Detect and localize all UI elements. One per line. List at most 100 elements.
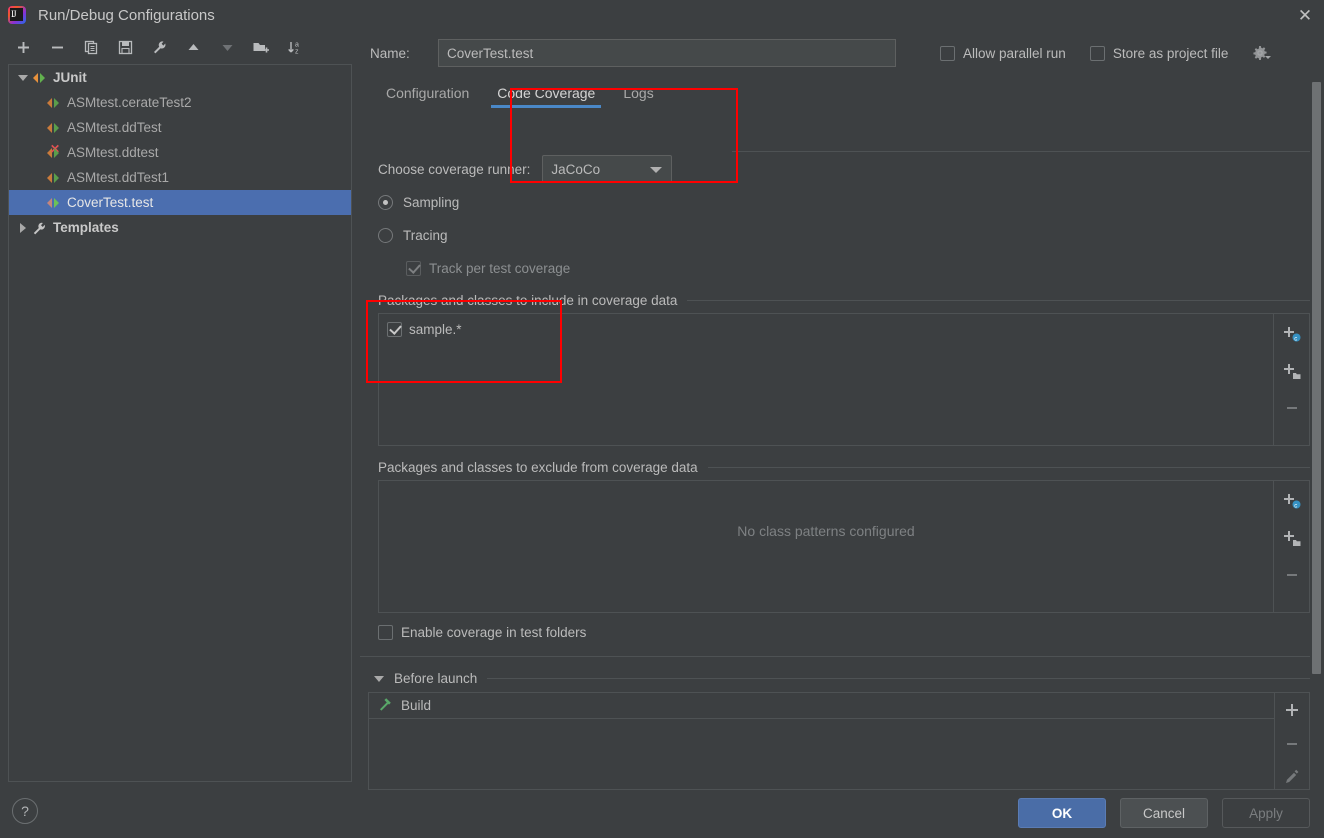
tree-item-label: Templates — [53, 220, 119, 235]
tab-logs[interactable]: Logs — [609, 81, 667, 108]
exclude-list[interactable]: No class patterns configured — [378, 480, 1274, 613]
coverage-runner-select[interactable]: JaCoCo — [542, 155, 673, 183]
exclude-section-title: Packages and classes to exclude from cov… — [378, 460, 698, 475]
configurations-tree[interactable]: JUnit ASMtest.cerateTest2 ASMtest.ddTest ✕ A… — [8, 64, 352, 782]
code-coverage-tab-content: Choose coverage runner: JaCoCo Sampling … — [360, 152, 1324, 790]
include-pattern-checkbox[interactable] — [387, 322, 402, 337]
junit-icon: ✕ — [45, 143, 62, 161]
svg-text:c: c — [1294, 503, 1297, 509]
enable-test-folders-label: Enable coverage in test folders — [401, 625, 587, 640]
help-button[interactable]: ? — [12, 798, 38, 824]
sidebar-toolbar: a z — [0, 30, 360, 64]
intellij-idea-icon: IJ — [6, 4, 28, 26]
store-as-project-file-box — [1089, 45, 1105, 61]
remove-task-button[interactable] — [1280, 733, 1304, 755]
allow-parallel-run-box — [940, 45, 955, 61]
junit-icon — [45, 195, 62, 211]
save-configuration-button[interactable] — [114, 36, 136, 58]
enable-test-folders-box — [378, 625, 393, 640]
exclude-section-rule — [707, 467, 1310, 468]
arrow-down-icon[interactable] — [216, 36, 238, 58]
add-class-pattern-button[interactable]: c — [1280, 323, 1304, 345]
tree-item-label: ASMtest.ddTest — [67, 120, 162, 135]
include-pattern-box — [387, 322, 402, 337]
arrow-up-icon[interactable] — [182, 36, 204, 58]
list-item[interactable]: Build — [369, 693, 1274, 719]
track-per-test-row: Track per test coverage — [360, 252, 1324, 285]
exclude-section-header: Packages and classes to exclude from cov… — [360, 460, 1324, 475]
chevron-right-icon[interactable] — [15, 222, 31, 233]
sort-alphabetically-icon[interactable]: a z — [284, 36, 306, 58]
tree-item-label: CoverTest.test — [67, 195, 154, 210]
add-task-button[interactable] — [1280, 699, 1304, 721]
list-item[interactable]: sample.* — [379, 314, 1273, 337]
content-scrollbar[interactable] — [1311, 82, 1322, 674]
include-list-wrap: sample.* c — [378, 313, 1310, 446]
pencil-icon[interactable] — [1280, 767, 1304, 789]
include-section-rule — [687, 300, 1310, 301]
tracing-radio[interactable]: Tracing — [360, 219, 1324, 252]
close-icon[interactable]: ✕ — [1292, 3, 1318, 27]
before-launch-header[interactable]: Before launch — [360, 671, 1324, 686]
sampling-radio[interactable]: Sampling — [360, 186, 1324, 219]
coverage-runner-row: Choose coverage runner: JaCoCo — [360, 152, 1324, 186]
add-package-pattern-button[interactable] — [1280, 360, 1304, 382]
allow-parallel-run-label: Allow parallel run — [963, 45, 1066, 61]
track-per-test-label: Track per test coverage — [429, 261, 571, 276]
name-row: Name: Allow parallel run Store as projec… — [360, 30, 1324, 76]
tree-item-asmtest-ddtest[interactable]: ASMtest.ddTest — [9, 115, 351, 140]
configuration-editor-pane: Name: Allow parallel run Store as projec… — [360, 30, 1324, 790]
editor-tabs[interactable]: Configuration Code Coverage Logs — [360, 76, 1324, 108]
junit-icon — [31, 70, 48, 86]
remove-configuration-button[interactable] — [46, 36, 68, 58]
remove-pattern-button[interactable] — [1280, 564, 1304, 586]
copy-configuration-button[interactable] — [80, 36, 102, 58]
include-list[interactable]: sample.* — [378, 313, 1274, 446]
name-label: Name: — [370, 45, 410, 61]
name-input[interactable] — [438, 39, 896, 67]
tab-configuration[interactable]: Configuration — [372, 81, 483, 108]
dialog-footer: ? OK Cancel Apply — [0, 790, 1324, 838]
chevron-down-icon[interactable] — [15, 74, 31, 81]
add-package-pattern-button[interactable] — [1280, 527, 1304, 549]
tree-item-asmtest-ddtest[interactable]: ✕ ASMtest.ddtest — [9, 140, 351, 165]
folder-add-icon[interactable] — [250, 36, 272, 58]
chevron-down-icon — [650, 167, 663, 173]
section-divider — [360, 656, 1310, 657]
tree-item-label: ASMtest.ddtest — [67, 145, 159, 160]
junit-icon — [45, 95, 62, 111]
before-launch-list[interactable]: Build — [368, 692, 1274, 790]
tree-item-asmtest-ddtest1[interactable]: ASMtest.ddTest1 — [9, 165, 351, 190]
exclude-list-buttons: c — [1274, 480, 1310, 613]
ok-button[interactable]: OK — [1018, 798, 1106, 828]
tree-item-label: JUnit — [53, 70, 87, 85]
coverage-runner-value: JaCoCo — [551, 161, 601, 177]
add-class-pattern-button[interactable]: c — [1280, 490, 1304, 512]
tree-item-junit[interactable]: JUnit — [9, 65, 351, 90]
svg-text:c: c — [1294, 336, 1297, 342]
coverage-runner-label: Choose coverage runner: — [378, 161, 531, 177]
cancel-button[interactable]: Cancel — [1120, 798, 1208, 828]
tree-item-templates[interactable]: Templates — [9, 215, 351, 240]
track-per-test-box — [406, 261, 421, 276]
wrench-icon[interactable] — [148, 36, 170, 58]
add-configuration-button[interactable] — [12, 36, 34, 58]
tree-item-covertest-test[interactable]: CoverTest.test — [9, 190, 351, 215]
tab-code-coverage[interactable]: Code Coverage — [483, 81, 609, 108]
track-per-test-checkbox[interactable]: Track per test coverage — [406, 261, 570, 276]
enable-test-folders-checkbox[interactable]: Enable coverage in test folders — [378, 625, 586, 640]
allow-parallel-run-checkbox[interactable]: Allow parallel run — [940, 45, 1066, 61]
tree-item-asmtest-ceratetest2[interactable]: ASMtest.cerateTest2 — [9, 90, 351, 115]
store-as-project-file-checkbox[interactable]: Store as project file — [1089, 45, 1228, 61]
include-section-header: Packages and classes to include in cover… — [360, 293, 1324, 308]
before-launch-item-label: Build — [401, 698, 432, 713]
window-titlebar: IJ Run/Debug Configurations ✕ — [0, 0, 1324, 30]
include-list-buttons: c — [1274, 313, 1310, 446]
before-launch-body: Build — [368, 692, 1310, 790]
gear-icon[interactable] — [1252, 45, 1274, 61]
chevron-down-icon — [374, 675, 384, 682]
exclude-list-wrap: No class patterns configured c — [378, 480, 1310, 613]
remove-pattern-button[interactable] — [1280, 397, 1304, 419]
sampling-label: Sampling — [403, 195, 460, 210]
scrollbar-thumb[interactable] — [1312, 82, 1321, 674]
